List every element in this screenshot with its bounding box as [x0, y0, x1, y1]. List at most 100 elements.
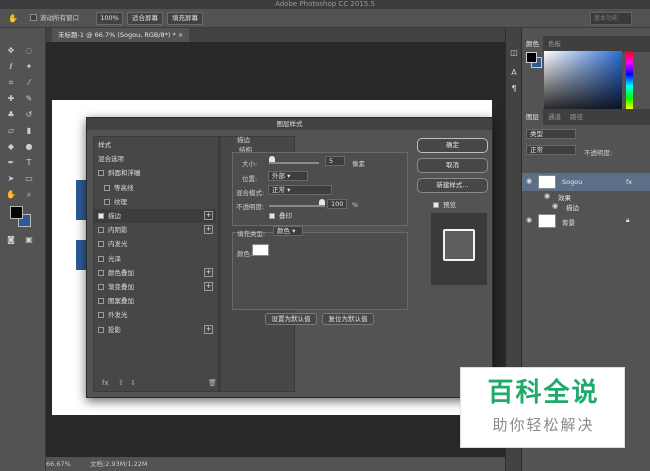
ok-button[interactable]: 确定 [417, 138, 488, 153]
scroll-all-windows-checkbox[interactable] [30, 14, 37, 21]
rectangle-tool-icon[interactable]: ▭ [22, 172, 36, 185]
layer-blend-mode[interactable]: 正常 [526, 145, 576, 155]
size-field[interactable]: 5 [325, 156, 345, 166]
style-item[interactable]: 斜面和浮雕 [94, 166, 216, 180]
style-item[interactable]: 纹理 [94, 195, 216, 209]
healing-tool-icon[interactable]: ✚ [4, 92, 18, 105]
style-item[interactable]: 外发光 [94, 308, 216, 322]
add-effect-icon[interactable]: + [204, 267, 213, 277]
blend-mode-select[interactable]: 正常 ▾ [268, 185, 332, 195]
set-default-button[interactable]: 设置为默认值 [265, 313, 317, 325]
eraser-tool-icon[interactable]: ▱ [4, 124, 18, 137]
cancel-button[interactable]: 取消 [417, 158, 488, 173]
style-item[interactable]: 描边 + [94, 209, 216, 223]
reset-default-button[interactable]: 复位为默认值 [322, 313, 374, 325]
path-selection-tool-icon[interactable]: ➤ [4, 172, 18, 185]
style-item-checkbox[interactable] [98, 227, 104, 234]
stamp-tool-icon[interactable]: ♣ [4, 108, 18, 121]
layer-fx-icon[interactable]: fx [626, 178, 632, 186]
style-item-checkbox[interactable] [104, 198, 110, 205]
dodge-tool-icon[interactable]: ● [22, 140, 36, 153]
magic-wand-tool-icon[interactable]: ✦ [22, 60, 36, 73]
hand-tool-icon[interactable]: ✋ [6, 12, 20, 25]
tab-layers[interactable]: 图层 [522, 109, 543, 125]
fx-menu-icon[interactable]: fx [102, 379, 109, 387]
panel-foreground-swatch[interactable] [526, 52, 537, 63]
effects-eye-icon[interactable]: ◉ [544, 192, 550, 200]
size-slider-track[interactable] [269, 162, 319, 164]
move-down-icon[interactable]: ⇩ [130, 379, 136, 387]
hand-tool-icon[interactable]: ✋ [4, 188, 18, 201]
layer-kind-filter[interactable]: 类型 [526, 129, 576, 139]
add-effect-icon[interactable]: + [204, 211, 213, 220]
style-item-checkbox[interactable] [98, 326, 104, 333]
pen-tool-icon[interactable]: ✒ [4, 156, 18, 169]
visibility-eye-icon[interactable]: ◉ [526, 216, 532, 224]
tab-color[interactable]: 颜色 [522, 36, 543, 52]
style-item[interactable]: 等高线 [94, 181, 216, 195]
style-item[interactable]: 内发光 [94, 237, 216, 251]
add-effect-icon[interactable]: + [204, 282, 213, 291]
layer-row-sogou[interactable]: ◉ Sogou fx [522, 173, 650, 191]
style-item-checkbox[interactable] [98, 269, 104, 276]
style-item[interactable]: 投影 + [94, 323, 216, 337]
style-item[interactable]: 颜色叠加 + [94, 266, 216, 280]
style-item[interactable]: 光泽 [94, 252, 216, 266]
fit-screen-button[interactable]: 适合屏幕 [127, 12, 163, 25]
tab-paths[interactable]: 路径 [566, 109, 587, 125]
delete-effect-icon[interactable]: 🗑︎ [208, 379, 217, 387]
style-item[interactable]: 混合选项 [94, 152, 216, 166]
history-panel-icon[interactable]: ◫ [507, 46, 521, 59]
marquee-tool-icon[interactable]: ◌ [22, 44, 36, 57]
style-item[interactable]: 图案叠加 [94, 294, 216, 308]
stroke-effect-eye-icon[interactable]: ◉ [552, 202, 558, 210]
zoom-tool-icon[interactable]: ⌕ [22, 188, 36, 201]
preview-option[interactable]: 预览 [431, 198, 487, 212]
stroke-color-swatch[interactable] [252, 244, 269, 256]
eyedropper-tool-icon[interactable]: ⁄ [22, 76, 36, 89]
opacity-slider-knob[interactable] [319, 199, 325, 205]
history-brush-tool-icon[interactable]: ↺ [22, 108, 36, 121]
character-panel-icon[interactable]: A [507, 66, 521, 79]
add-effect-icon[interactable]: + [204, 225, 213, 235]
type-tool-icon[interactable]: T [22, 156, 36, 169]
layer-stroke-effect-row[interactable]: ◉ 描边 [522, 201, 650, 212]
style-item[interactable]: 内阴影 + [94, 223, 216, 237]
paragraph-panel-icon[interactable]: ¶ [507, 82, 521, 95]
style-item[interactable]: 渐变叠加 + [94, 280, 216, 294]
move-tool-icon[interactable]: ✥ [4, 44, 18, 57]
layer-effects-row[interactable]: ◉ 效果 [522, 191, 650, 202]
overprint-option[interactable]: 叠印 [267, 209, 327, 223]
style-item-checkbox[interactable] [98, 312, 104, 319]
overprint-checkbox[interactable] [269, 213, 275, 219]
preview-checkbox[interactable] [433, 202, 439, 208]
lasso-tool-icon[interactable]: ℓ [4, 60, 18, 73]
foreground-color-swatch[interactable] [10, 206, 23, 219]
move-up-icon[interactable]: ⇧ [118, 379, 124, 387]
size-slider-knob[interactable] [269, 156, 275, 162]
visibility-eye-icon[interactable]: ◉ [526, 177, 532, 185]
style-item[interactable]: 样式 [94, 138, 216, 152]
workspace-selector[interactable]: 基本功能 [590, 12, 632, 25]
style-item-checkbox[interactable] [98, 213, 104, 219]
style-item-checkbox[interactable] [98, 284, 104, 290]
fill-type-select[interactable]: 颜色 ▾ [273, 226, 303, 236]
blur-tool-icon[interactable]: ◆ [4, 140, 18, 153]
opacity-slider-track[interactable] [269, 205, 325, 207]
opacity-field[interactable]: 100 [327, 199, 347, 209]
tab-channels[interactable]: 通道 [544, 109, 565, 125]
position-select[interactable]: 外部 ▾ [268, 171, 308, 181]
zoom-100-button[interactable]: 100% [96, 12, 123, 25]
style-item-checkbox[interactable] [98, 298, 104, 305]
style-item-checkbox[interactable] [98, 255, 104, 262]
quick-mask-icon[interactable]: ◙ [4, 233, 18, 246]
add-effect-icon[interactable]: + [204, 324, 213, 334]
style-item-checkbox[interactable] [98, 170, 104, 177]
style-item-checkbox[interactable] [104, 184, 110, 191]
new-style-button[interactable]: 新建样式... [417, 178, 488, 193]
zoom-level[interactable]: 66.67% [46, 457, 71, 471]
gradient-tool-icon[interactable]: ▮ [22, 124, 36, 137]
document-tab[interactable]: 未标题-1 @ 66.7% (Sogou, RGB/8*) * × [52, 28, 190, 42]
tab-swatches[interactable]: 色板 [544, 36, 565, 52]
layer-row-background[interactable]: ◉ 背景 🔒︎ [522, 212, 650, 230]
